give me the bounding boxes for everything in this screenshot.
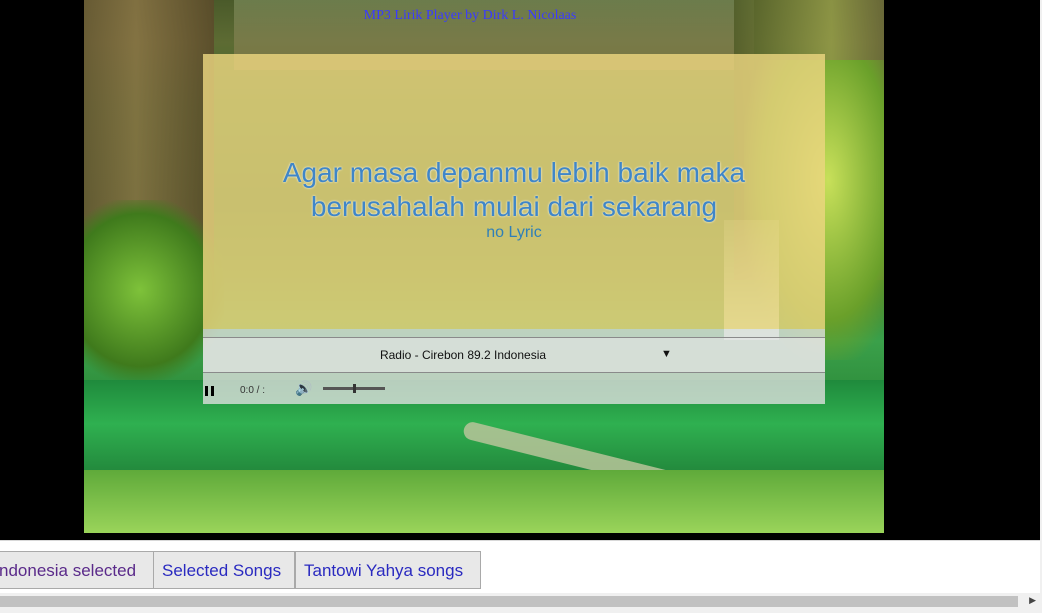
lyric-line-2: berusahalah mulai dari sekarang [310,191,718,222]
player-controls: 0:0 / : 🔊 [203,373,825,404]
tab-selected-songs[interactable]: Selected Songs [153,551,295,589]
lyric-line-1: Agar masa depanmu lebih baik maka [282,157,746,188]
horizontal-scrollbar[interactable]: ▶ [0,593,1040,613]
station-select[interactable]: Radio - Cirebon 89.2 Indonesia ▼ [203,337,825,373]
pause-icon[interactable] [205,386,215,396]
app-title: MP3 Lirik Player by Dirk L. Nicolaas [363,8,577,23]
speaker-icon[interactable]: 🔊 [295,380,312,397]
triangle-down-icon[interactable]: ▼ [661,348,672,360]
lyric-status: no Lyric [486,224,542,241]
scrollbar-thumb[interactable] [0,596,1018,607]
time-display: 0:0 / : [240,385,266,396]
volume-thumb[interactable] [353,384,356,393]
audio-player: Radio - Cirebon 89.2 Indonesia ▼ 0:0 / :… [203,329,825,404]
tab-indonesia-selected[interactable]: ndonesia selected [0,551,154,589]
volume-slider[interactable] [323,384,385,393]
lyric-text: Agar masa depanmu lebih baik maka berusa… [203,156,825,224]
tab-bar: ndonesia selected Selected Songs Tantowi… [0,540,1040,594]
station-label: Radio - Cirebon 89.2 Indonesia [379,348,547,362]
tab-tantowi-yahya-songs[interactable]: Tantowi Yahya songs [295,551,481,589]
grass [84,470,884,533]
triangle-right-icon[interactable]: ▶ [1029,595,1036,606]
lyric-panel: Agar masa depanmu lebih baik maka berusa… [203,54,825,329]
